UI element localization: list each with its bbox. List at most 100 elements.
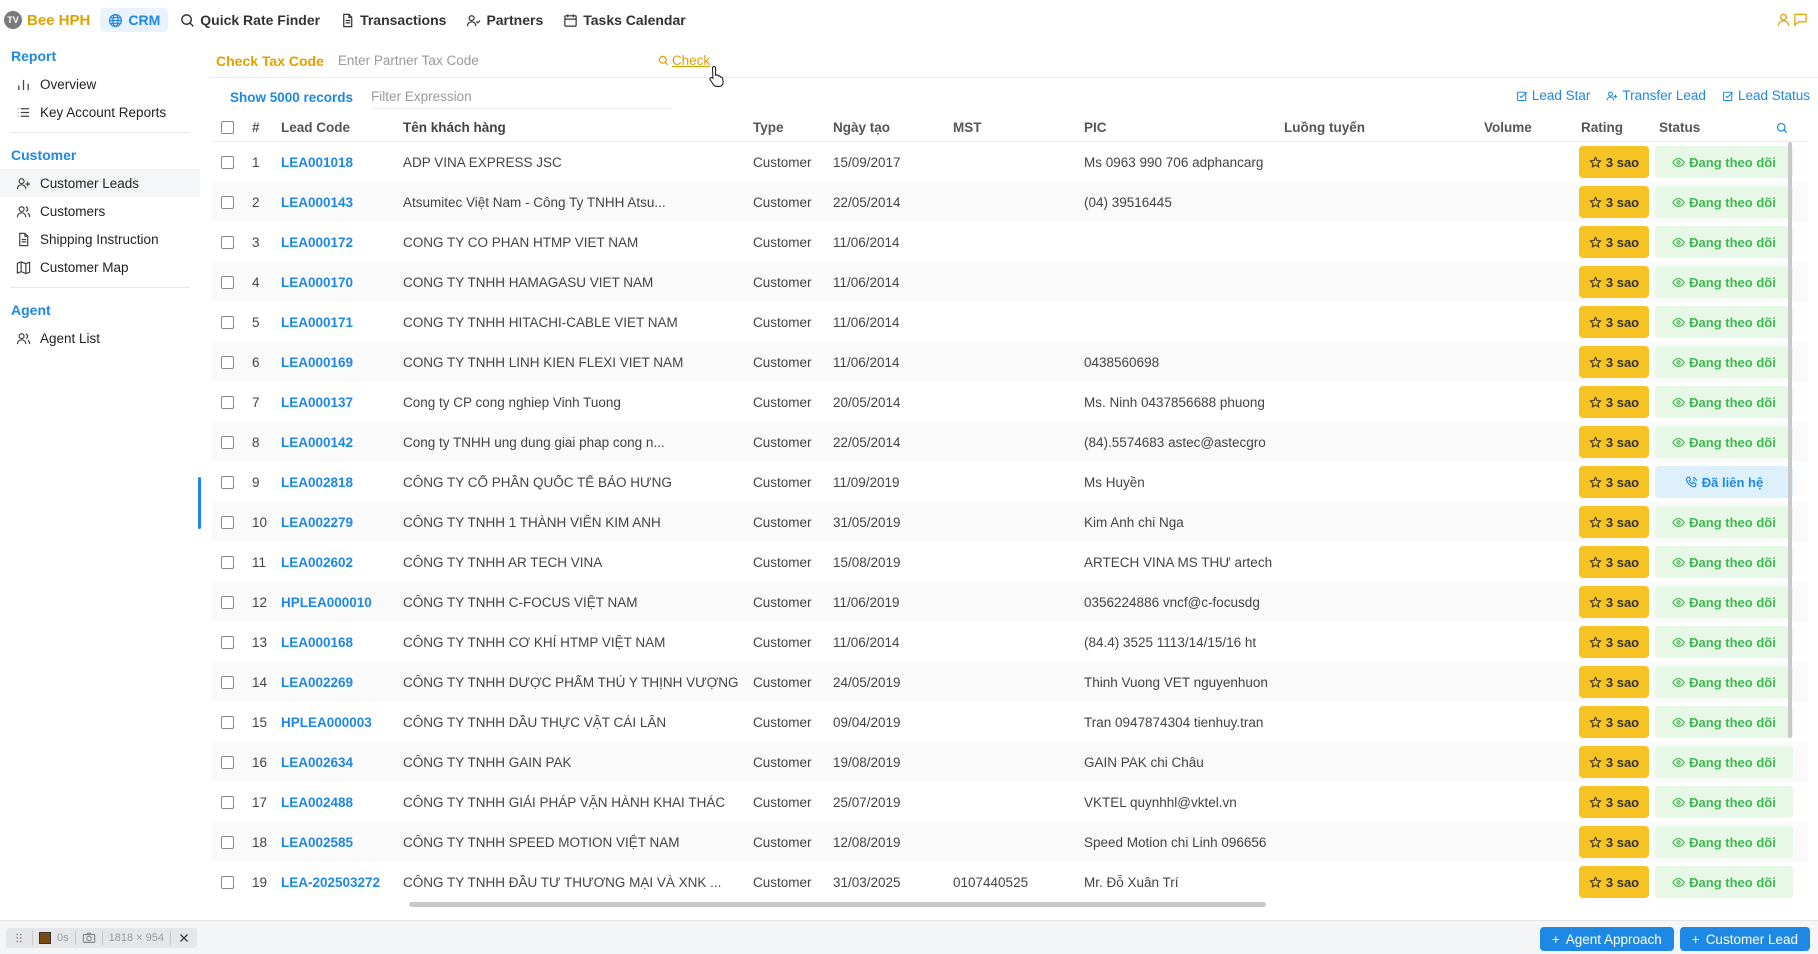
status-badge[interactable]: Đang theo dõi — [1655, 786, 1793, 818]
table-row[interactable]: 15 HPLEA000003 CÔNG TY TNHH DẦU THỰC VẬT C… — [212, 702, 1808, 742]
nav-partners[interactable]: Partners — [458, 8, 551, 32]
status-badge[interactable]: Đã liên hệ — [1655, 466, 1793, 498]
row-checkbox[interactable] — [221, 155, 234, 169]
close-icon[interactable] — [177, 931, 191, 945]
agent-approach-button[interactable]: + Agent Approach — [1539, 927, 1674, 951]
rating-badge[interactable]: 3 sao — [1579, 226, 1649, 258]
column-header-volume[interactable]: Volume — [1484, 120, 1574, 135]
lead-code-link[interactable]: LEA000168 — [281, 635, 403, 650]
row-checkbox[interactable] — [221, 355, 234, 369]
lead-code-link[interactable]: LEA000137 — [281, 395, 403, 410]
sidebar-item-customer-leads[interactable]: Customer Leads — [0, 169, 200, 197]
table-row[interactable]: 14 LEA002269 CÔNG TY TNHH DƯỢC PHẨM THÚ Y … — [212, 662, 1808, 702]
rating-badge[interactable]: 3 sao — [1579, 146, 1649, 178]
row-checkbox[interactable] — [221, 555, 234, 569]
table-row[interactable]: 13 LEA000168 CÔNG TY TNHH CƠ KHÍ HTMP VIỆT… — [212, 622, 1808, 662]
column-header-rating[interactable]: Rating — [1574, 120, 1654, 135]
lead-code-link[interactable]: LEA002488 — [281, 795, 403, 810]
lead-code-link[interactable]: LEA000142 — [281, 435, 403, 450]
lead-code-link[interactable]: LEA-202503272 — [281, 875, 403, 890]
rating-badge[interactable]: 3 sao — [1579, 466, 1649, 498]
camera-icon[interactable] — [82, 931, 96, 945]
nav-tasks-calendar[interactable]: Tasks Calendar — [555, 8, 693, 32]
drag-handle-icon[interactable] — [12, 931, 26, 945]
status-badge[interactable]: Đang theo dõi — [1655, 666, 1793, 698]
row-checkbox[interactable] — [221, 795, 234, 809]
rating-badge[interactable]: 3 sao — [1579, 866, 1649, 898]
lead-code-link[interactable]: LEA002279 — [281, 515, 403, 530]
status-badge[interactable]: Đang theo dõi — [1655, 506, 1793, 538]
customer-lead-button[interactable]: + Customer Lead — [1679, 927, 1810, 951]
status-badge[interactable]: Đang theo dõi — [1655, 706, 1793, 738]
check-button[interactable]: Check — [658, 53, 710, 68]
nav-quick-rate-finder[interactable]: Quick Rate Finder — [172, 8, 328, 32]
status-badge[interactable]: Đang theo dõi — [1655, 226, 1793, 258]
column-header-pic[interactable]: PIC — [1084, 120, 1284, 135]
table-row[interactable]: 12 HPLEA000010 CÔNG TY TNHH C-FOCUS VIỆT N… — [212, 582, 1808, 622]
status-badge[interactable]: Đang theo dõi — [1655, 306, 1793, 338]
rating-badge[interactable]: 3 sao — [1579, 346, 1649, 378]
column-header-status[interactable]: Status — [1654, 120, 1794, 135]
lead-code-link[interactable]: HPLEA000003 — [281, 715, 403, 730]
rating-badge[interactable]: 3 sao — [1579, 826, 1649, 858]
row-checkbox[interactable] — [221, 875, 234, 889]
show-records-button[interactable]: Show 5000 records — [212, 90, 371, 105]
sidebar-item-customers[interactable]: Customers — [0, 197, 200, 225]
filter-expression-input[interactable] — [371, 85, 672, 109]
status-badge[interactable]: Đang theo dõi — [1655, 546, 1793, 578]
status-badge[interactable]: Đang theo dõi — [1655, 146, 1793, 178]
table-row[interactable]: 1 LEA001018 ADP VINA EXPRESS JSC Customer 15… — [212, 142, 1808, 182]
lead-code-link[interactable]: HPLEA000010 — [281, 595, 403, 610]
lead-code-link[interactable]: LEA000169 — [281, 355, 403, 370]
lead-code-link[interactable]: LEA002818 — [281, 475, 403, 490]
rating-badge[interactable]: 3 sao — [1579, 746, 1649, 778]
tax-code-input[interactable] — [337, 53, 658, 68]
nav-crm[interactable]: CRM — [100, 8, 169, 32]
row-checkbox[interactable] — [221, 595, 234, 609]
table-row[interactable]: 18 LEA002585 CÔNG TY TNHH SPEED MOTION VIỆ… — [212, 822, 1808, 862]
lead-status-button[interactable]: Lead Status — [1722, 88, 1810, 103]
column-header-route[interactable]: Luồng tuyến — [1284, 120, 1484, 135]
status-badge[interactable]: Đang theo dõi — [1655, 586, 1793, 618]
status-badge[interactable]: Đang theo dõi — [1655, 386, 1793, 418]
lead-code-link[interactable]: LEA001018 — [281, 155, 403, 170]
table-row[interactable]: 9 LEA002818 CÔNG TY CỔ PHẦN QUỐC TẾ BẢO HƯ… — [212, 462, 1808, 502]
status-badge[interactable]: Đang theo dõi — [1655, 746, 1793, 778]
rating-badge[interactable]: 3 sao — [1579, 546, 1649, 578]
row-checkbox[interactable] — [221, 515, 234, 529]
row-checkbox[interactable] — [221, 435, 234, 449]
lead-code-link[interactable]: LEA002602 — [281, 555, 403, 570]
row-checkbox[interactable] — [221, 715, 234, 729]
search-icon[interactable] — [890, 122, 953, 134]
table-row[interactable]: 3 LEA000172 CONG TY CO PHAN HTMP VIET NAM C… — [212, 222, 1808, 262]
lead-code-link[interactable]: LEA002585 — [281, 835, 403, 850]
status-badge[interactable]: Đang theo dõi — [1655, 826, 1793, 858]
lead-code-link[interactable]: LEA002269 — [281, 675, 403, 690]
table-row[interactable]: 7 LEA000137 Cong ty CP cong nghiep Vinh Tu… — [212, 382, 1808, 422]
transfer-lead-button[interactable]: Transfer Lead — [1606, 88, 1706, 103]
table-row[interactable]: 16 LEA002634 CÔNG TY TNHH GAIN PAK Customer… — [212, 742, 1808, 782]
row-checkbox[interactable] — [221, 755, 234, 769]
rating-badge[interactable]: 3 sao — [1579, 306, 1649, 338]
lead-code-link[interactable]: LEA002634 — [281, 755, 403, 770]
status-badge[interactable]: Đang theo dõi — [1655, 626, 1793, 658]
table-row[interactable]: 4 LEA000170 CONG TY TNHH HAMAGASU VIET NAM… — [212, 262, 1808, 302]
column-header-lead-code[interactable]: Lead Code — [281, 120, 403, 135]
column-header-customer-name[interactable]: Tên khách hàng — [403, 120, 753, 135]
table-row[interactable]: 11 LEA002602 CÔNG TY TNHH AR TECH VINA Cust… — [212, 542, 1808, 582]
status-badge[interactable]: Đang theo dõi — [1655, 266, 1793, 298]
table-row[interactable]: 2 LEA000143 Atsumitec Việt Nam - Công Ty T… — [212, 182, 1808, 222]
sidebar-item-customer-map[interactable]: Customer Map — [0, 253, 200, 281]
sidebar-item-overview[interactable]: Overview — [0, 70, 200, 98]
row-checkbox[interactable] — [221, 315, 234, 329]
row-checkbox[interactable] — [221, 235, 234, 249]
row-checkbox[interactable] — [221, 395, 234, 409]
table-row[interactable]: 8 LEA000142 Cong ty TNHH ung dung giai pha… — [212, 422, 1808, 462]
sidebar-item-agent-list[interactable]: Agent List — [0, 324, 200, 352]
rating-badge[interactable]: 3 sao — [1579, 666, 1649, 698]
table-row[interactable]: 10 LEA002279 CÔNG TY TNHH 1 THÀNH VIÊN KIM… — [212, 502, 1808, 542]
status-badge[interactable]: Đang theo dõi — [1655, 346, 1793, 378]
rating-badge[interactable]: 3 sao — [1579, 706, 1649, 738]
lead-code-link[interactable]: LEA000170 — [281, 275, 403, 290]
brand[interactable]: TV Bee HPH — [4, 11, 100, 29]
